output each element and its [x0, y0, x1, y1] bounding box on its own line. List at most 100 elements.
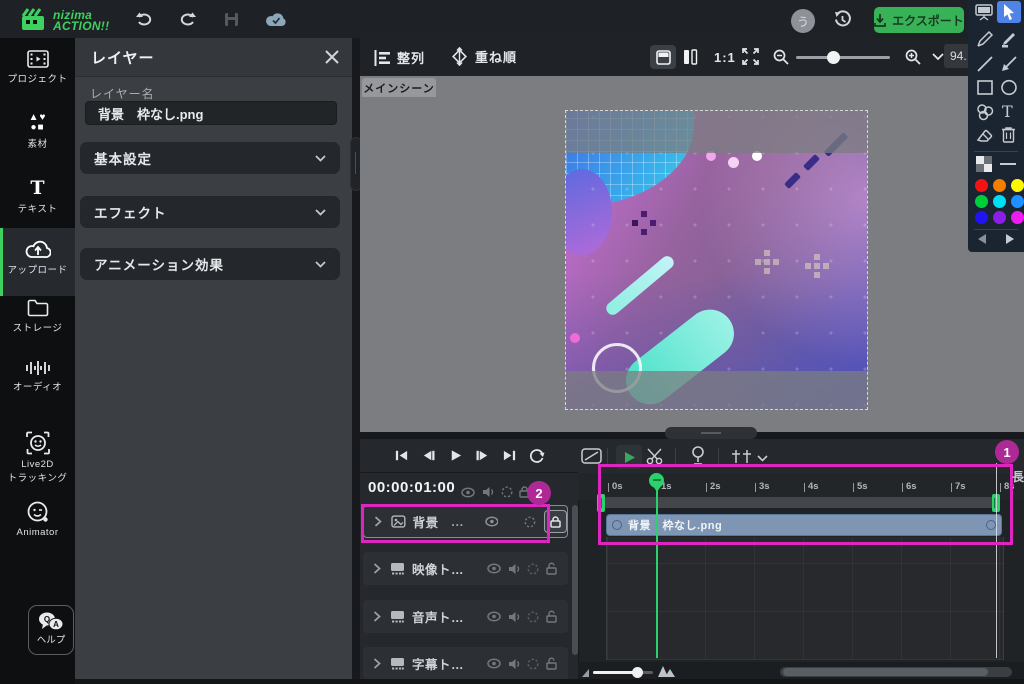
keyframe-pin-button[interactable] — [691, 446, 705, 466]
text-annotation-tool[interactable]: T — [1002, 102, 1013, 121]
palette-prev-button[interactable] — [978, 234, 986, 244]
keyframe-toggle-icon[interactable] — [527, 611, 539, 623]
timecode-display: 00:00:01:00 — [368, 479, 455, 496]
sidebar-item-audio[interactable]: オーディオ — [0, 360, 75, 393]
loop-button[interactable] — [529, 448, 545, 464]
master-keyframe-icon[interactable] — [501, 486, 513, 498]
color-swatch-yellow[interactable] — [1011, 179, 1024, 192]
history-button[interactable] — [831, 9, 853, 29]
track-row-audio[interactable]: 音声ト… — [363, 600, 568, 633]
stroke-width-tool[interactable] — [1000, 163, 1016, 165]
zoom-in-button[interactable] — [905, 49, 921, 65]
rectangle-tool[interactable] — [976, 79, 994, 96]
lock-open-icon[interactable] — [546, 562, 558, 575]
color-swatch-orange[interactable] — [993, 179, 1006, 192]
ellipse-tool[interactable] — [1000, 79, 1018, 96]
color-swatch-magenta[interactable] — [1011, 211, 1024, 224]
master-visibility-icon[interactable] — [461, 487, 475, 498]
user-avatar[interactable]: う — [791, 9, 815, 33]
split-vertical-button[interactable] — [682, 49, 698, 65]
layer-name-input[interactable] — [85, 101, 337, 125]
transparent-color-swatch[interactable] — [976, 156, 992, 172]
stamp-tool[interactable] — [976, 103, 994, 121]
sidebar-label-text: テキスト — [0, 201, 75, 215]
section-effects[interactable]: エフェクト — [80, 196, 340, 228]
layers-close-button[interactable] — [322, 47, 342, 67]
eraser-tool[interactable] — [976, 127, 994, 143]
select-tool-active[interactable] — [997, 1, 1021, 23]
audio-mute-icon[interactable] — [508, 563, 521, 575]
palette-next-button[interactable] — [1006, 234, 1014, 244]
jump-start-button[interactable] — [394, 448, 409, 463]
section-basic-settings[interactable]: 基本設定 — [80, 142, 340, 174]
color-swatch-violet[interactable] — [993, 211, 1006, 224]
sidebar-item-live2d-tracking[interactable]: Live2D トラッキング — [0, 430, 75, 484]
timeline-zoom-thumb[interactable] — [632, 667, 643, 678]
timeline-grid[interactable] — [606, 537, 1004, 660]
sidebar-item-assets[interactable]: ▲♥●■ 素材 — [0, 113, 75, 150]
color-swatch-cyan[interactable] — [993, 195, 1006, 208]
cut-button[interactable] — [646, 448, 665, 465]
align-button[interactable]: 整列 — [374, 48, 425, 67]
cloud-sync-button[interactable] — [264, 9, 288, 29]
split-horizontal-button[interactable] — [650, 45, 676, 69]
step-back-button[interactable] — [421, 448, 436, 463]
play-button[interactable] — [448, 448, 463, 463]
audio-mute-icon[interactable] — [508, 611, 521, 623]
fit-screen-button[interactable] — [742, 48, 759, 65]
snap-grid-button[interactable] — [731, 449, 753, 464]
audio-mute-icon[interactable] — [508, 658, 521, 670]
chevron-right-icon[interactable] — [373, 611, 381, 622]
sidebar-item-upload[interactable]: アップロード — [0, 238, 75, 276]
sidebar-item-storage[interactable]: ストレージ — [0, 298, 75, 334]
help-button[interactable]: Q A ヘルプ — [28, 605, 74, 655]
undo-button[interactable] — [133, 10, 155, 28]
zoom-out-button[interactable] — [773, 49, 789, 65]
zoom-preset-dropdown[interactable] — [932, 53, 944, 61]
chevron-right-icon[interactable] — [373, 658, 381, 669]
color-swatch-red[interactable] — [975, 179, 988, 192]
shapes-icon: ▲♥●■ — [0, 113, 75, 133]
jump-end-button[interactable] — [502, 448, 517, 463]
export-button[interactable]: エクスポート — [874, 7, 964, 33]
trash-tool[interactable] — [1001, 126, 1016, 143]
canvas-artwork[interactable] — [565, 110, 868, 410]
ratio-button[interactable]: 1:1 — [714, 50, 736, 65]
visibility-icon[interactable] — [487, 611, 501, 622]
save-button[interactable] — [221, 10, 241, 28]
track-row-video[interactable]: 映像ト… — [363, 552, 568, 585]
zoom-slider-thumb[interactable] — [827, 51, 840, 64]
zoom-slider[interactable] — [796, 56, 890, 59]
redo-button[interactable] — [177, 10, 199, 28]
color-swatch-azure[interactable] — [1011, 195, 1024, 208]
sidebar-item-animator[interactable]: Animator — [0, 500, 75, 538]
section-animation-effects[interactable]: アニメーション効果 — [80, 248, 340, 280]
line-tool[interactable] — [976, 55, 994, 73]
keyframe-toggle-icon[interactable] — [527, 658, 539, 670]
lock-open-icon[interactable] — [546, 610, 558, 623]
stack-order-button[interactable]: 重ね順 — [450, 47, 517, 66]
timeline-resize-handle[interactable] — [665, 427, 757, 439]
marker-tool[interactable] — [1000, 30, 1018, 48]
lock-open-icon[interactable] — [546, 657, 558, 670]
timeline-zoom-out-button[interactable] — [582, 669, 590, 677]
color-swatch-blue[interactable] — [975, 211, 988, 224]
step-forward-button[interactable] — [475, 448, 490, 463]
track-row-subtitle[interactable]: 字幕ト… — [363, 647, 568, 680]
pencil-tool[interactable] — [976, 30, 994, 48]
sidebar-item-text[interactable]: T テキスト — [0, 178, 75, 215]
timeline-hscrollbar-thumb[interactable] — [783, 668, 988, 676]
snap-dropdown[interactable] — [757, 455, 768, 462]
master-audio-icon[interactable] — [482, 486, 495, 498]
sidebar-item-project[interactable]: プロジェクト — [0, 50, 75, 85]
visibility-icon[interactable] — [487, 563, 501, 574]
arrow-tool[interactable] — [1000, 55, 1018, 73]
tab-main-scene[interactable]: メインシーン — [362, 78, 436, 97]
chevron-right-icon[interactable] — [373, 563, 381, 574]
color-swatch-green[interactable] — [975, 195, 988, 208]
keyframe-toggle-icon[interactable] — [527, 563, 539, 575]
fade-curve-button[interactable] — [581, 448, 602, 464]
visibility-icon[interactable] — [487, 658, 501, 669]
timeline-zoom-in-button[interactable] — [658, 666, 676, 677]
whiteboard-tool[interactable] — [974, 3, 994, 21]
